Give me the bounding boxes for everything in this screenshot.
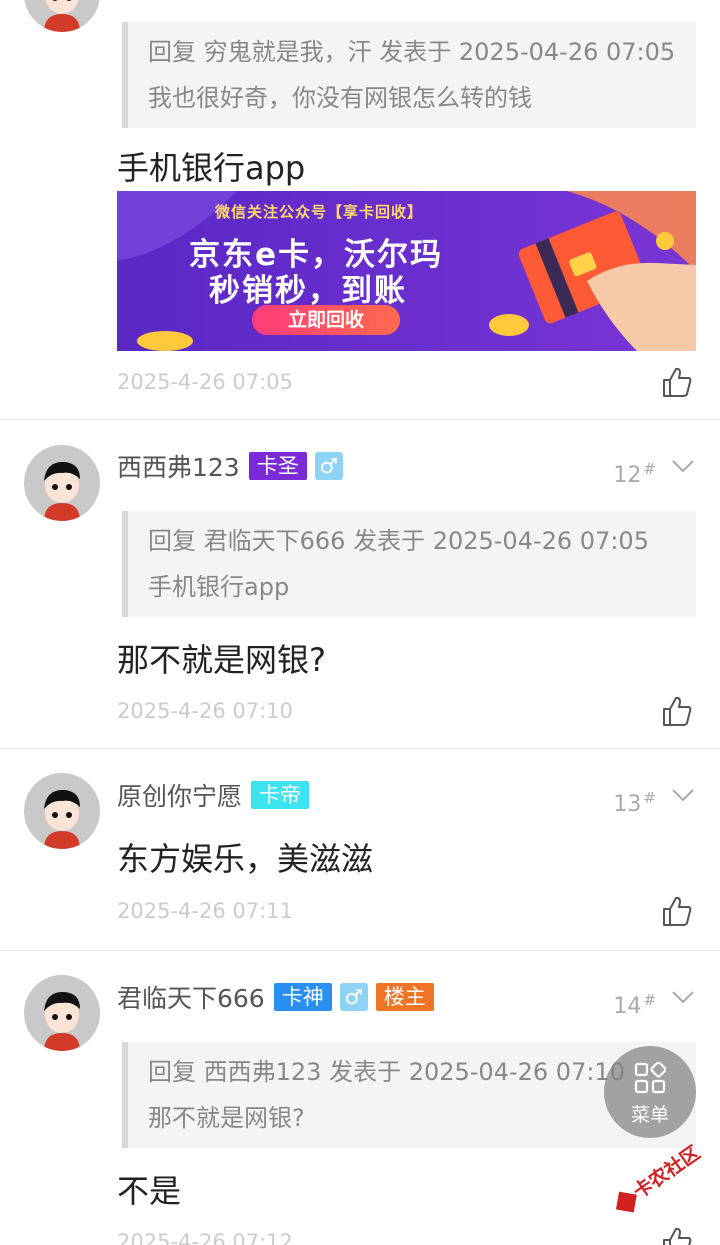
level-badge: 卡神 (273, 983, 332, 1011)
avatar-icon (24, 773, 100, 849)
thumbs-up-icon (663, 367, 692, 397)
chevron-down-icon[interactable] (672, 990, 694, 1004)
chevron-down-icon[interactable] (672, 788, 694, 802)
like-button[interactable] (662, 1226, 692, 1245)
quote-header: 回复 穷鬼就是我，汗 发表于 2025-04-26 07:05 (148, 38, 676, 66)
avatar[interactable] (24, 773, 100, 849)
banner-headline-2: 秒销秒，到账 (209, 273, 407, 309)
floor-mark: # (643, 991, 656, 1009)
author-name[interactable]: 西西弗123 (117, 448, 240, 484)
floor-mark: # (643, 789, 656, 807)
post-time: 2025-4-26 07:10 (117, 699, 293, 723)
avatar-icon (24, 445, 100, 521)
gender-male-icon: ♂ (314, 452, 343, 480)
level-badge: 卡圣 (248, 452, 307, 480)
chevron-down-icon[interactable] (672, 459, 694, 473)
floor-value: 14 (613, 994, 642, 1019)
floor-mark: # (643, 460, 656, 478)
banner-subtitle: 微信关注公众号【享卡回收】 (215, 203, 424, 221)
quote-text: 手机银行app (148, 573, 290, 601)
post-13: 原创你宁愿 卡帝 13 # 东方娱乐，美滋滋 2025-4-26 07:11 (0, 749, 720, 951)
post-12: 西西弗123 卡圣 ♂ 12 # 回复 君临天下666 发表于 2025-04-2… (0, 420, 720, 749)
post-time: 2025-4-26 07:11 (117, 899, 293, 923)
banner-cta-button[interactable]: 立即回收 (252, 305, 400, 335)
quote-text: 我也很好奇，你没有网银怎么转的钱 (148, 84, 532, 112)
floor-number: 12 # (613, 460, 656, 488)
thumbs-up-icon (663, 1227, 692, 1245)
avatar[interactable] (24, 445, 100, 521)
author-row: 君临天下666 卡神 ♂ 楼主 (117, 979, 442, 1015)
quote-header: 回复 君临天下666 发表于 2025-04-26 07:05 (148, 527, 649, 555)
author-name[interactable]: 原创你宁愿 (117, 777, 242, 813)
post-11: 回复 穷鬼就是我，汗 发表于 2025-04-26 07:05 我也很好奇，你没… (0, 0, 720, 420)
watermark-logo-icon (615, 1191, 637, 1213)
floor-number: 13 # (613, 789, 656, 817)
like-button[interactable] (662, 695, 692, 727)
floor-value: 12 (613, 463, 642, 488)
reply-quote: 回复 穷鬼就是我，汗 发表于 2025-04-26 07:05 我也很好奇，你没… (122, 22, 696, 128)
avatar[interactable] (24, 0, 100, 32)
menu-label: 菜单 (630, 1104, 669, 1126)
grid-menu-icon (634, 1062, 666, 1094)
ad-banner[interactable]: 微信关注公众号【享卡回收】 京东e卡，沃尔玛 秒销秒，到账 立即回收 (117, 191, 696, 351)
author-row: 西西弗123 卡圣 ♂ (117, 448, 351, 484)
gender-male-icon: ♂ (339, 983, 368, 1011)
floor-value: 13 (613, 792, 642, 817)
post-content: 东方娱乐，美滋滋 (117, 840, 374, 878)
thumbs-up-icon (663, 896, 692, 926)
post-content: 手机银行app (117, 149, 306, 187)
op-badge: 楼主 (375, 983, 434, 1011)
post-content: 不是 (117, 1172, 182, 1210)
avatar-icon (24, 0, 100, 32)
reply-quote: 回复 君临天下666 发表于 2025-04-26 07:05 手机银行app (122, 511, 696, 617)
floor-number: 14 # (613, 991, 656, 1019)
quote-header: 回复 西西弗123 发表于 2025-04-26 07:10 (148, 1058, 625, 1086)
menu-fab-button[interactable]: 菜单 (604, 1046, 696, 1138)
like-button[interactable] (662, 366, 692, 398)
author-row: 原创你宁愿 卡帝 (117, 777, 317, 813)
post-time: 2025-4-26 07:05 (117, 370, 293, 394)
avatar[interactable] (24, 975, 100, 1051)
post-content: 那不就是网银? (117, 641, 326, 679)
like-button[interactable] (662, 895, 692, 927)
author-name[interactable]: 君临天下666 (117, 979, 265, 1015)
thumbs-up-icon (663, 696, 692, 726)
avatar-icon (24, 975, 100, 1051)
level-badge: 卡帝 (251, 781, 310, 809)
quote-text: 那不就是网银? (148, 1104, 305, 1132)
post-time: 2025-4-26 07:12 (117, 1230, 293, 1245)
